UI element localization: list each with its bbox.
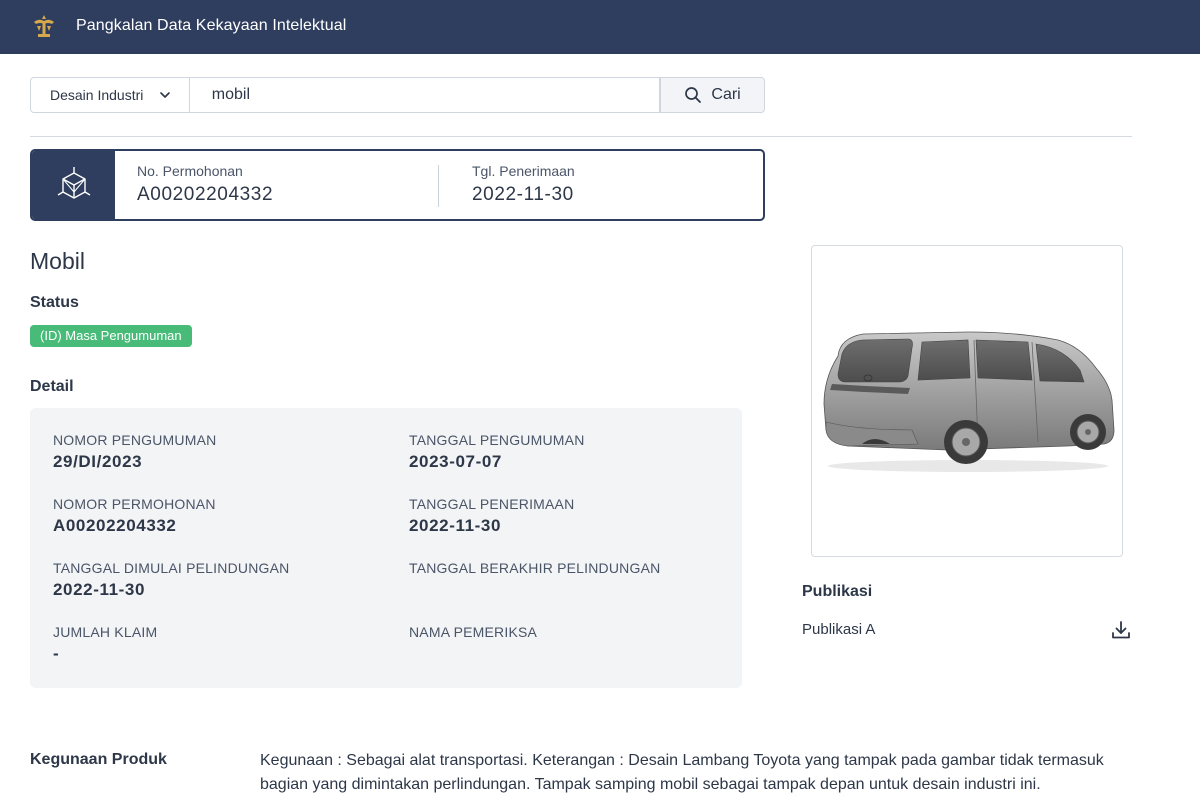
top-bar: Pangkalan Data Kekayaan Intelektual (0, 0, 1200, 54)
detail-field-label: NOMOR PERMOHONAN (53, 496, 216, 512)
application-number: No. Permohonan A00202204332 (137, 163, 273, 206)
divider (30, 136, 1132, 137)
detail-field-label: TANGGAL BERAKHIR PELINDUNGAN (409, 560, 661, 576)
application-date-value: 2022-11-30 (472, 184, 574, 205)
detail-field: TANGGAL BERAKHIR PELINDUNGAN (409, 560, 660, 580)
page-title: Mobil (30, 248, 85, 274)
detail-field: TANGGAL PENGUMUMAN 2023-07-07 (409, 432, 585, 472)
status-badge: (ID) Masa Pengumuman (30, 325, 192, 347)
status-heading: Status (30, 294, 79, 311)
category-select-value: Desain Industri (50, 87, 144, 103)
application-date: Tgl. Penerimaan 2022-11-30 (472, 163, 575, 206)
application-number-value: A00202204332 (137, 184, 274, 205)
search-input[interactable] (189, 77, 661, 113)
application-card: No. Permohonan A00202204332 Tgl. Penerim… (30, 149, 765, 221)
detail-field-label: NAMA PEMERIKSA (409, 624, 538, 640)
search-bar: Desain Industri Cari (30, 77, 765, 113)
detail-field: NOMOR PENGUMUMAN 29/DI/2023 (53, 432, 216, 472)
detail-field-label: TANGGAL DIMULAI PELINDUNGAN (53, 560, 290, 576)
usage-heading: Kegunaan Produk (30, 751, 167, 768)
application-number-label: No. Permohonan (137, 163, 243, 179)
detail-field-label: TANGGAL PENERIMAAN (409, 496, 575, 512)
category-select[interactable]: Desain Industri (30, 77, 190, 113)
detail-field-value: 2022-11-30 (409, 516, 502, 535)
detail-field: TANGGAL PENERIMAAN 2022-11-30 (409, 496, 574, 536)
usage-text: Kegunaan : Sebagai alat transportasi. Ke… (260, 752, 1104, 793)
search-button[interactable]: Cari (660, 77, 765, 113)
detail-field: TANGGAL DIMULAI PELINDUNGAN 2022-11-30 (53, 560, 289, 600)
detail-heading: Detail (30, 378, 74, 395)
detail-field: NOMOR PERMOHONAN A00202204332 (53, 496, 216, 536)
publication-heading: Publikasi (802, 583, 873, 600)
car-image (823, 331, 1115, 472)
search-icon (685, 87, 702, 103)
detail-field-label: TANGGAL PENGUMUMAN (409, 432, 585, 448)
emblem-logo-icon[interactable] (30, 12, 58, 40)
publication-item[interactable]: Publikasi A (802, 621, 875, 638)
detail-field-label: JUMLAH KLAIM (53, 624, 158, 640)
column-separator (438, 165, 439, 207)
detail-field-label: NOMOR PENGUMUMAN (53, 432, 217, 448)
chevron-down-icon (159, 92, 170, 98)
detail-field-value: A00202204332 (53, 516, 177, 535)
detail-field-value: 2022-11-30 (53, 580, 146, 599)
detail-panel: NOMOR PENGUMUMAN 29/DI/2023 TANGGAL PENG… (30, 408, 742, 688)
detail-field-value: 29/DI/2023 (53, 452, 143, 471)
detail-field-value: 2023-07-07 (409, 452, 502, 471)
application-icon-box (32, 151, 115, 219)
detail-field-value: - (53, 644, 60, 663)
app-title: Pangkalan Data Kekayaan Intelektual (76, 17, 347, 34)
application-date-label: Tgl. Penerimaan (472, 163, 575, 179)
search-button-label: Cari (711, 86, 741, 103)
download-icon[interactable] (1110, 619, 1132, 641)
detail-field: JUMLAH KLAIM - (53, 624, 157, 664)
cube-icon (57, 167, 90, 199)
detail-field: NAMA PEMERIKSA (409, 624, 537, 644)
design-image[interactable] (811, 245, 1123, 557)
